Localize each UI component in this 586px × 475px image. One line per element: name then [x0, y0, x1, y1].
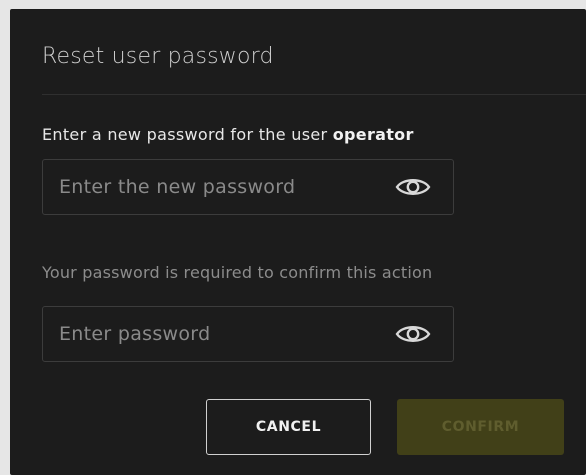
reset-password-dialog: Reset user password Enter a new password… — [10, 9, 586, 475]
eye-icon[interactable] — [395, 175, 431, 199]
title-divider — [42, 94, 586, 95]
cancel-button[interactable]: CANCEL — [206, 399, 371, 455]
new-password-input[interactable] — [43, 160, 399, 214]
dialog-title: Reset user password — [42, 44, 274, 69]
eye-icon[interactable] — [395, 322, 431, 346]
current-password-input[interactable] — [43, 307, 399, 361]
confirm-prompt: Your password is required to confirm thi… — [42, 263, 433, 282]
target-username: operator — [332, 125, 414, 144]
new-password-prompt: Enter a new password for the user operat… — [42, 125, 414, 144]
current-password-field — [42, 306, 454, 362]
confirm-button[interactable]: CONFIRM — [397, 399, 564, 455]
prompt-text: Enter a new password for the user — [42, 125, 333, 144]
new-password-field — [42, 159, 454, 215]
